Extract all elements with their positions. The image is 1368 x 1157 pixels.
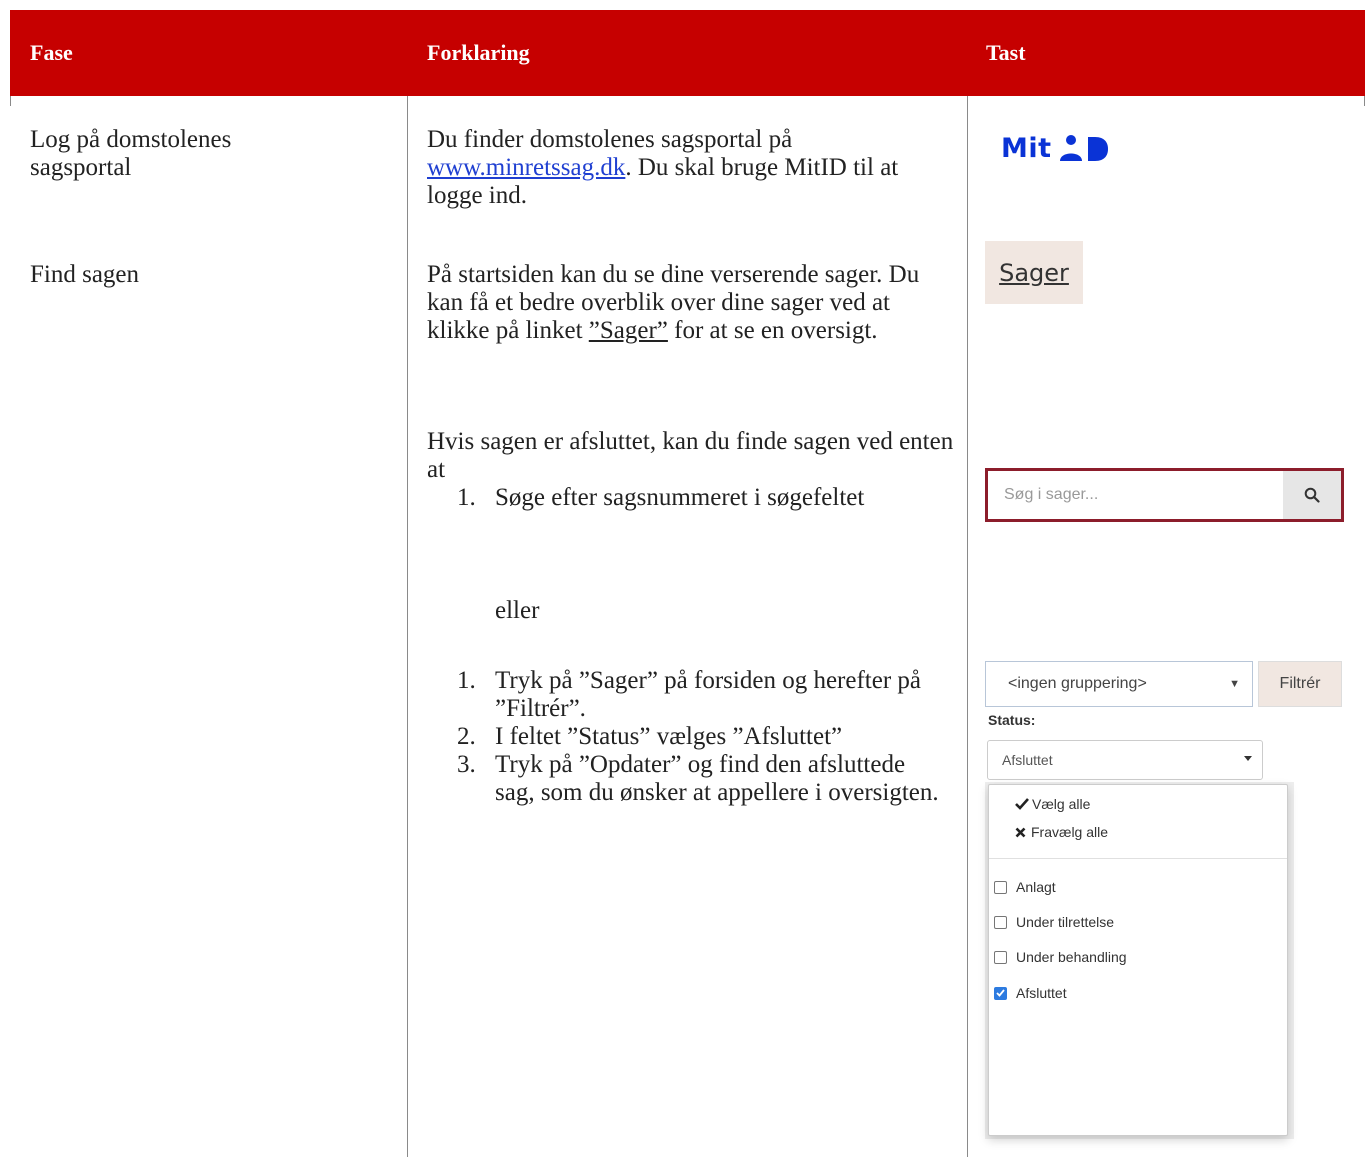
table-header: Fase Forklaring Tast — [10, 10, 1365, 96]
sager-button[interactable]: Sager — [985, 241, 1083, 304]
portal-link[interactable]: www.minretssag.dk — [427, 154, 625, 181]
phase-login: Log på domstolenes sagsportal — [30, 126, 232, 181]
filter-button[interactable]: Filtrér — [1258, 661, 1342, 707]
rule-col1 — [407, 10, 408, 1157]
status-select[interactable]: Afsluttet — [987, 740, 1263, 780]
chevron-down-icon: ▼ — [1229, 678, 1240, 690]
search-icon — [1304, 487, 1320, 503]
rule-right — [1364, 96, 1365, 106]
mitid-logo-text: Mit — [1001, 132, 1052, 164]
or-text: eller — [495, 597, 540, 624]
checkbox-icon[interactable] — [994, 880, 1007, 894]
explanation-login-pre: Du finder domstolenes sagsportal på — [427, 126, 793, 153]
option-afsluttet[interactable]: Afsluttet — [994, 982, 1067, 1004]
search-input[interactable]: Søg i sager... — [988, 471, 1283, 519]
list-item: 3. Tryk på ”Opdater” og find den afslutte… — [457, 751, 939, 806]
checkbox-icon[interactable] — [994, 915, 1007, 929]
list-item: 1. Tryk på ”Sager” på forsiden og herefte… — [457, 667, 922, 722]
check-icon — [1015, 798, 1029, 810]
checkbox-icon[interactable] — [994, 950, 1007, 964]
checkbox-icon[interactable] — [994, 986, 1007, 1000]
list-item: 1. Søge efter sagsnummeret i søgefeltet — [457, 484, 865, 511]
search-button[interactable] — [1283, 471, 1341, 519]
header-phase: Fase — [30, 40, 73, 65]
search-box: Søg i sager... — [985, 468, 1344, 522]
option-under-tilrettelse[interactable]: Under tilrettelse — [994, 911, 1114, 933]
dropdown-divider — [989, 858, 1287, 859]
cross-icon — [1015, 827, 1026, 837]
deselect-all-option[interactable]: Fravælg alle — [1015, 821, 1108, 843]
option-under-behandling[interactable]: Under behandling — [994, 946, 1127, 968]
header-explanation: Forklaring — [427, 40, 530, 65]
list-item: 2. I feltet ”Status” vælges ”Afsluttet” — [457, 723, 843, 750]
status-label: Status: — [988, 712, 1036, 728]
explanation-find: På startsiden kan du se dine verserende … — [427, 261, 957, 345]
mitid-logo: Mit — [1001, 130, 1109, 166]
rule-left — [10, 96, 11, 106]
chevron-down-icon — [1244, 756, 1252, 761]
select-all-option[interactable]: Vælg alle — [1015, 793, 1090, 815]
mitid-logo-icon — [1059, 135, 1108, 161]
explanation-login: Du finder domstolenes sagsportal på www.… — [427, 126, 947, 210]
grouping-select-value: <ingen gruppering> — [1008, 675, 1147, 692]
option-anlagt[interactable]: Anlagt — [994, 876, 1056, 898]
sager-inline-link[interactable]: ”Sager” — [589, 317, 668, 344]
header-key: Tast — [986, 40, 1026, 65]
search-steps: 1. Søge efter sagsnummeret i søgefeltet — [427, 484, 867, 512]
find-paragraph-1: På startsiden kan du se dine verserende … — [427, 261, 920, 344]
status-select-value: Afsluttet — [1002, 752, 1053, 768]
find-paragraph-2: Hvis sagen er afsluttet, kan du finde sa… — [427, 428, 954, 512]
phase-find: Find sagen — [30, 261, 140, 288]
grouping-select[interactable]: <ingen gruppering> ▼ — [985, 661, 1253, 707]
rule-col2 — [967, 10, 968, 1157]
status-dropdown: Vælg alle Fravælg alle Anlagt Under tilr… — [988, 784, 1288, 1136]
check-icon — [996, 989, 1005, 997]
filter-steps: 1. Tryk på ”Sager” på forsiden og herefte… — [427, 667, 947, 807]
